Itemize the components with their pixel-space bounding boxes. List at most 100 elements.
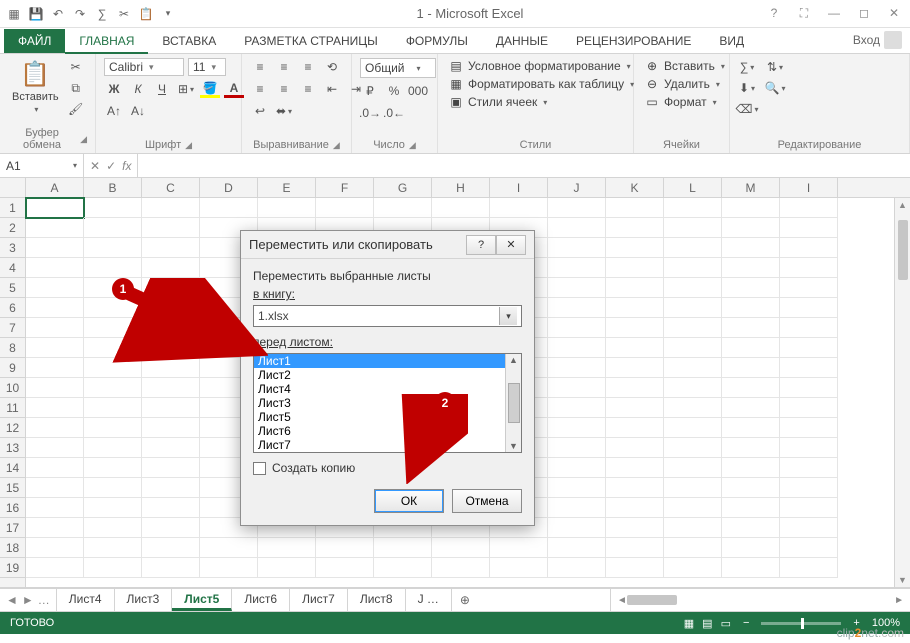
cell[interactable] — [26, 518, 84, 538]
scroll-thumb[interactable] — [898, 220, 908, 280]
font-size-selector[interactable]: 11▾ — [188, 58, 226, 76]
cell[interactable] — [722, 238, 780, 258]
launcher-icon[interactable]: ◢ — [80, 134, 87, 145]
sheet-list-item[interactable]: Лист2 — [254, 368, 505, 382]
enter-formula-icon[interactable]: ✓ — [106, 159, 116, 173]
row-header[interactable]: 19 — [0, 558, 25, 578]
decrease-font-icon[interactable]: A↓ — [128, 102, 148, 120]
cell[interactable] — [26, 298, 84, 318]
cell[interactable] — [142, 358, 200, 378]
cell[interactable] — [722, 518, 780, 538]
sheet-list-item[interactable]: Лист1 — [254, 354, 505, 368]
cell[interactable] — [780, 378, 838, 398]
cell[interactable] — [142, 438, 200, 458]
cell[interactable] — [548, 518, 606, 538]
cell[interactable] — [722, 298, 780, 318]
sheet-tab[interactable]: Лист7 — [290, 589, 348, 611]
cell[interactable] — [780, 458, 838, 478]
tab-review[interactable]: РЕЦЕНЗИРОВАНИЕ — [562, 29, 705, 53]
column-header[interactable]: F — [316, 178, 374, 197]
cell[interactable] — [316, 558, 374, 578]
cell[interactable] — [780, 438, 838, 458]
scroll-thumb[interactable] — [627, 595, 677, 605]
cell[interactable] — [84, 278, 142, 298]
cell[interactable] — [664, 518, 722, 538]
cell[interactable] — [84, 418, 142, 438]
cell[interactable] — [548, 238, 606, 258]
cell[interactable] — [26, 318, 84, 338]
create-copy-checkbox[interactable]: Создать копию — [253, 461, 522, 475]
zoom-slider[interactable] — [761, 622, 841, 625]
cell[interactable] — [142, 478, 200, 498]
sheet-tab-active[interactable]: Лист5 — [172, 589, 232, 611]
align-middle-icon[interactable]: ≡ — [274, 58, 294, 76]
cell[interactable] — [548, 538, 606, 558]
cell[interactable] — [84, 258, 142, 278]
row-header[interactable]: 1 — [0, 198, 25, 218]
scroll-down-icon[interactable]: ▼ — [509, 441, 518, 451]
cell[interactable] — [374, 538, 432, 558]
cell[interactable] — [84, 518, 142, 538]
cell[interactable] — [664, 498, 722, 518]
sheet-more-icon[interactable]: … — [38, 593, 50, 607]
font-color-button[interactable]: A — [224, 80, 244, 98]
column-header[interactable]: D — [200, 178, 258, 197]
increase-decimal-icon[interactable]: .0→ — [360, 104, 380, 122]
cell[interactable] — [606, 418, 664, 438]
column-header[interactable]: B — [84, 178, 142, 197]
delete-cells-button[interactable]: ⊖Удалить▾ — [642, 76, 722, 92]
cell[interactable] — [722, 378, 780, 398]
merge-icon[interactable]: ⬌▾ — [274, 102, 294, 120]
fill-icon[interactable]: ⬇▾ — [738, 79, 756, 97]
view-pagebreak-icon[interactable]: ▭ — [721, 617, 731, 630]
cell[interactable] — [548, 418, 606, 438]
conditional-formatting-button[interactable]: ▤Условное форматирование▾ — [446, 58, 633, 74]
sheet-list-item[interactable]: Лист5 — [254, 410, 505, 424]
row-header[interactable]: 8 — [0, 338, 25, 358]
increase-font-icon[interactable]: A↑ — [104, 102, 124, 120]
sheet-tab[interactable]: J … — [406, 589, 452, 611]
cell[interactable] — [606, 358, 664, 378]
sheet-list-item[interactable]: Лист7 — [254, 438, 505, 452]
cell[interactable] — [258, 538, 316, 558]
workbook-select[interactable]: 1.xlsx ▾ — [253, 305, 522, 327]
cell[interactable] — [548, 498, 606, 518]
cell[interactable] — [664, 538, 722, 558]
cell[interactable] — [142, 238, 200, 258]
vertical-scrollbar[interactable]: ▲ ▼ — [894, 198, 910, 587]
autosum-icon[interactable]: ∑▾ — [738, 58, 756, 76]
cell[interactable] — [548, 278, 606, 298]
column-header[interactable]: E — [258, 178, 316, 197]
column-header[interactable]: C — [142, 178, 200, 197]
cell[interactable] — [316, 198, 374, 218]
cell[interactable] — [142, 338, 200, 358]
sheet-next-icon[interactable]: ► — [22, 593, 34, 607]
cell[interactable] — [142, 258, 200, 278]
italic-button[interactable]: К — [128, 80, 148, 98]
cell[interactable] — [722, 198, 780, 218]
currency-icon[interactable]: ₽ — [360, 82, 380, 100]
cancel-formula-icon[interactable]: ✕ — [90, 159, 100, 173]
scroll-down-icon[interactable]: ▼ — [898, 575, 907, 585]
format-cells-button[interactable]: ▭Формат▾ — [642, 94, 719, 110]
cell[interactable] — [142, 218, 200, 238]
percent-icon[interactable]: % — [384, 82, 404, 100]
cell[interactable] — [606, 218, 664, 238]
row-header[interactable]: 3 — [0, 238, 25, 258]
align-right-icon[interactable]: ≡ — [298, 80, 318, 98]
cell[interactable] — [606, 338, 664, 358]
cell[interactable] — [548, 258, 606, 278]
sheet-list-item[interactable]: Лист4 — [254, 382, 505, 396]
cell[interactable] — [780, 238, 838, 258]
cell[interactable] — [26, 498, 84, 518]
cell[interactable] — [664, 238, 722, 258]
zoom-out-icon[interactable]: − — [743, 617, 749, 629]
tab-page-layout[interactable]: РАЗМЕТКА СТРАНИЦЫ — [230, 29, 392, 53]
tab-home[interactable]: ГЛАВНАЯ — [65, 29, 148, 53]
qat-dropdown-icon[interactable]: ▾ — [160, 6, 176, 22]
cell[interactable] — [142, 378, 200, 398]
cell[interactable] — [606, 318, 664, 338]
cell[interactable] — [142, 298, 200, 318]
cell[interactable] — [780, 518, 838, 538]
cell[interactable] — [722, 438, 780, 458]
